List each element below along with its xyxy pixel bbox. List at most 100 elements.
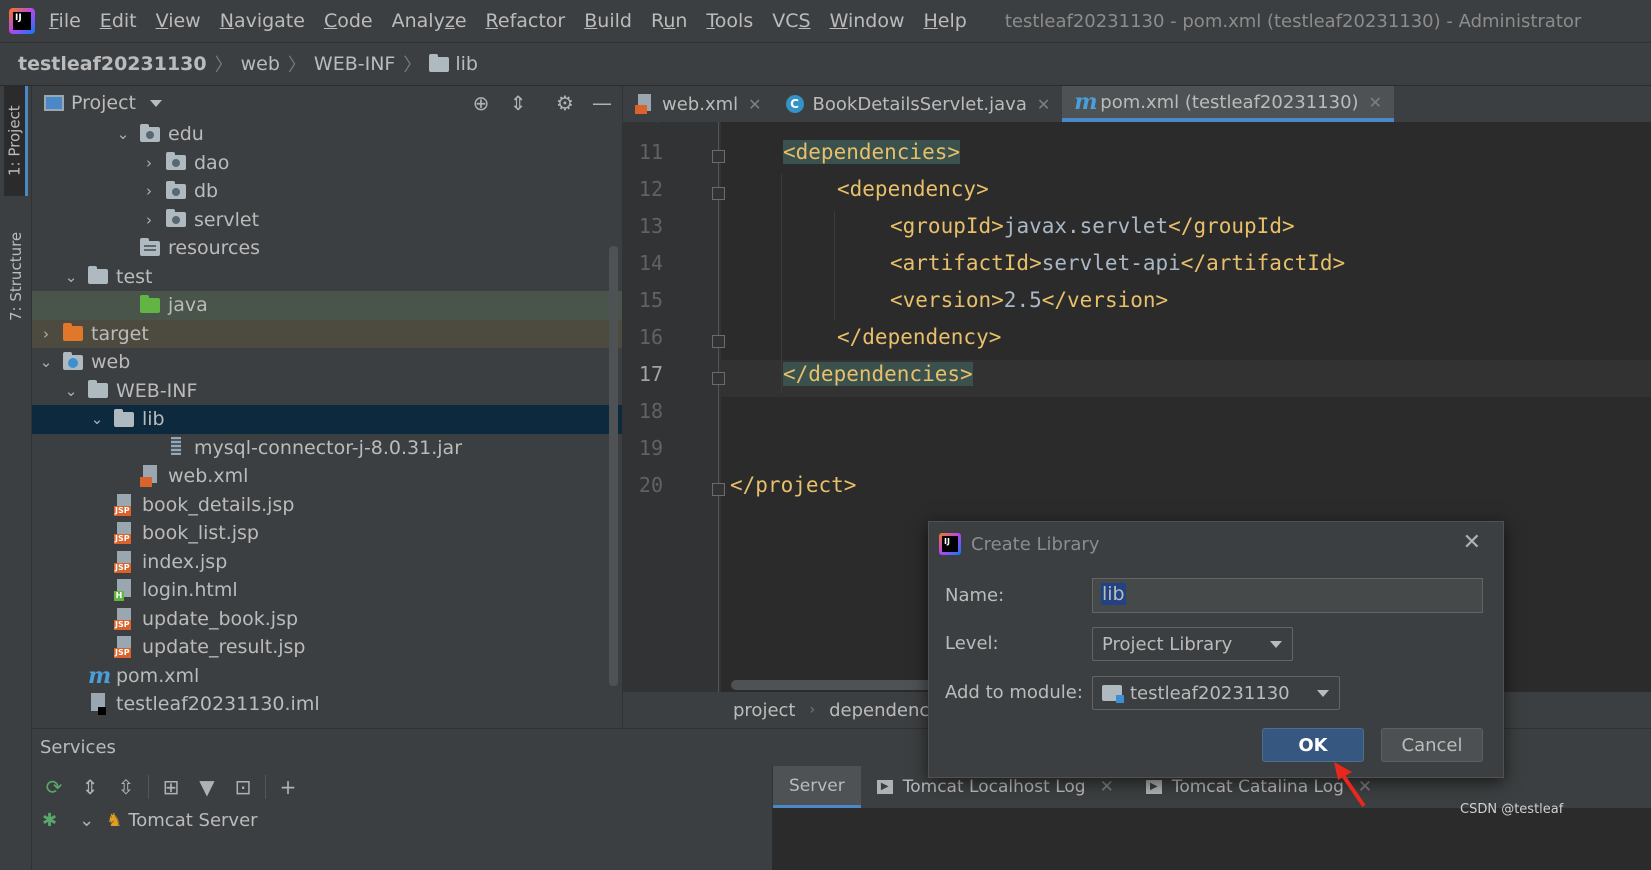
- line-number: 12: [638, 177, 663, 201]
- module-icon: [1102, 685, 1124, 703]
- gear-icon[interactable]: ⚙: [553, 91, 577, 115]
- breadcrumb-project[interactable]: testleaf20231130: [18, 53, 207, 75]
- project-scrollbar[interactable]: [609, 246, 618, 686]
- expand-all-icon[interactable]: ⇕: [76, 773, 104, 801]
- group-icon[interactable]: ⊞: [157, 773, 185, 801]
- close-icon[interactable]: ✕: [748, 95, 761, 114]
- line-number: 17: [638, 362, 663, 386]
- breadcrumb-separator: 〉: [287, 55, 306, 76]
- fold-marker-icon[interactable]: [712, 483, 725, 496]
- tool-tab-structure[interactable]: 7: Structure: [4, 216, 28, 336]
- menu-mnemonic: R: [485, 10, 498, 32]
- menu-item-text: efactor: [497, 10, 566, 32]
- menu-item[interactable]: Build: [584, 10, 632, 32]
- menu-item[interactable]: Analyze: [392, 10, 467, 32]
- menu-item[interactable]: Run: [651, 10, 687, 32]
- tree-item[interactable]: ⌄ web: [32, 348, 622, 377]
- tree-item[interactable]: java: [32, 291, 622, 320]
- tree-item[interactable]: web.xml: [32, 462, 622, 491]
- project-view-selector[interactable]: Project: [71, 92, 136, 114]
- fold-marker-icon[interactable]: [712, 335, 725, 348]
- tree-item[interactable]: JSP book_details.jsp: [32, 491, 622, 520]
- menu-item[interactable]: View: [156, 10, 201, 32]
- tool-tab-project[interactable]: 1: Project: [4, 86, 28, 196]
- tree-item[interactable]: ⌄ lib: [32, 405, 622, 434]
- tree-item[interactable]: JSP book_list.jsp: [32, 519, 622, 548]
- menu-item[interactable]: Window: [830, 10, 905, 32]
- chevron-down-icon: [1270, 641, 1282, 648]
- tab-book-details-servlet[interactable]: C BookDetailsServlet.java ✕: [774, 86, 1063, 122]
- breadcrumb-lib[interactable]: lib: [455, 53, 478, 75]
- new-group-icon[interactable]: ⊡: [229, 773, 257, 801]
- tree-item[interactable]: resources: [32, 234, 622, 263]
- chevron-down-icon[interactable]: [150, 99, 163, 107]
- tree-item[interactable]: › servlet: [32, 206, 622, 235]
- tree-item[interactable]: m pom.xml: [32, 662, 622, 691]
- log-icon: ▶: [876, 780, 893, 794]
- chevron-down-icon[interactable]: ⌄: [114, 125, 132, 143]
- module-select[interactable]: testleaf20231130: [1092, 676, 1340, 710]
- close-icon[interactable]: ✕: [1037, 95, 1050, 114]
- tab-web-xml[interactable]: web.xml ✕: [623, 86, 774, 122]
- menu-item[interactable]: Code: [324, 10, 373, 32]
- tree-item[interactable]: › db: [32, 177, 622, 206]
- breadcrumb-web[interactable]: web: [241, 53, 280, 75]
- chevron-down-icon[interactable]: ⌄: [62, 382, 80, 400]
- ok-button[interactable]: OK: [1262, 728, 1364, 762]
- chevron-right-icon[interactable]: ›: [140, 182, 158, 200]
- tree-item[interactable]: › target: [32, 319, 622, 348]
- line-number: 18: [638, 399, 663, 423]
- menu-item[interactable]: Tools: [706, 10, 753, 32]
- tree-item[interactable]: JSP update_result.jsp: [32, 633, 622, 662]
- chevron-right-icon[interactable]: ›: [140, 211, 158, 229]
- menu-item[interactable]: Help: [923, 10, 966, 32]
- fold-marker-icon[interactable]: [712, 150, 725, 163]
- chevron-down-icon[interactable]: ⌄: [37, 353, 55, 371]
- tree-item[interactable]: JSP update_book.jsp: [32, 605, 622, 634]
- cancel-button[interactable]: Cancel: [1381, 728, 1483, 762]
- intellij-logo-icon[interactable]: IJ: [9, 8, 35, 34]
- menu-item[interactable]: File: [49, 10, 81, 32]
- tree-item[interactable]: JSP index.jsp: [32, 548, 622, 577]
- chevron-down-icon[interactable]: ⌄: [62, 268, 80, 286]
- close-icon[interactable]: ✕: [1463, 530, 1481, 555]
- collapse-all-icon[interactable]: ⇕: [506, 91, 530, 115]
- collapse-all-icon[interactable]: ⇳: [112, 773, 140, 801]
- tree-item[interactable]: mysql-connector-j-8.0.31.jar: [32, 434, 622, 463]
- minimize-icon[interactable]: —: [590, 91, 614, 115]
- chevron-down-icon[interactable]: ⌄: [88, 410, 106, 428]
- editor-crumb-project[interactable]: project: [733, 700, 795, 721]
- dialog-title-bar[interactable]: IJ Create Library: [929, 522, 1503, 566]
- close-icon[interactable]: ✕: [1100, 777, 1114, 797]
- tree-item-label: mysql-connector-j-8.0.31.jar: [194, 436, 463, 459]
- project-panel-header: Project ⊕ ⇕ ⚙ —: [32, 86, 622, 120]
- tree-item-label: index.jsp: [142, 550, 228, 573]
- fold-marker-icon[interactable]: [712, 187, 725, 200]
- services-tree-item[interactable]: ✱ ⌄ ♞ Tomcat Server: [42, 810, 258, 831]
- tree-item[interactable]: Hlogin.html: [32, 576, 622, 605]
- menu-item[interactable]: Edit: [100, 10, 137, 32]
- level-select[interactable]: Project Library: [1092, 627, 1293, 661]
- menu-item[interactable]: Navigate: [220, 10, 305, 32]
- tree-item[interactable]: › dao: [32, 149, 622, 178]
- run-icon[interactable]: ✱: [42, 810, 57, 831]
- tab-server[interactable]: Server: [773, 766, 861, 808]
- locate-file-icon[interactable]: ⊕: [469, 91, 493, 115]
- tree-item[interactable]: testleaf20231130.iml: [32, 690, 622, 719]
- close-icon[interactable]: ✕: [1369, 93, 1382, 112]
- tree-item[interactable]: ⌄ WEB-INF: [32, 377, 622, 406]
- menu-item[interactable]: Refactor: [486, 10, 566, 32]
- filter-icon[interactable]: ▼: [193, 773, 221, 801]
- chevron-right-icon[interactable]: ›: [37, 325, 55, 343]
- menu-item[interactable]: VCS: [772, 10, 810, 32]
- fold-marker-icon[interactable]: [712, 372, 725, 385]
- chevron-right-icon[interactable]: ›: [140, 154, 158, 172]
- breadcrumb-web-inf[interactable]: WEB-INF: [314, 53, 395, 75]
- tree-item[interactable]: ⌄ edu: [32, 120, 622, 149]
- refresh-icon[interactable]: ⟳: [40, 773, 68, 801]
- tree-item[interactable]: ⌄ test: [32, 263, 622, 292]
- tab-pom-xml[interactable]: m pom.xml (testleaf20231130) ✕: [1062, 86, 1394, 122]
- add-icon[interactable]: +: [274, 773, 302, 801]
- chevron-down-icon[interactable]: ⌄: [79, 810, 94, 831]
- name-input[interactable]: lib: [1092, 578, 1483, 613]
